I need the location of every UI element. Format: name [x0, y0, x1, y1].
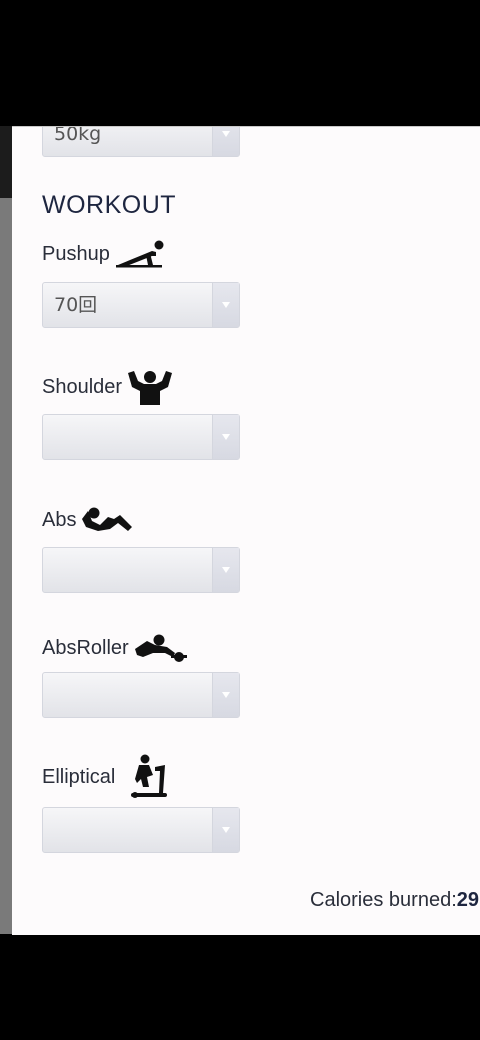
- pushup-label-row: Pushup: [42, 239, 166, 269]
- elliptical-select-arrow: [212, 808, 239, 852]
- shoulder-select[interactable]: [42, 414, 240, 460]
- weight-select[interactable]: 50kg: [42, 126, 240, 157]
- abs-roller-label: AbsRoller: [42, 636, 129, 659]
- abs-roller-select[interactable]: [42, 672, 240, 718]
- chevron-down-icon: [222, 131, 230, 137]
- calories-burned: Calories burned:29: [310, 889, 479, 912]
- shoulder-select-arrow: [212, 415, 239, 459]
- pushup-icon: [115, 240, 164, 268]
- calories-label: Calories burned:: [310, 889, 457, 911]
- section-title: WORKOUT: [42, 191, 177, 219]
- chevron-down-icon: [222, 827, 230, 833]
- weight-select-arrow: [212, 127, 239, 156]
- shoulder-label-row: Shoulder: [42, 369, 174, 405]
- abs-label: Abs: [42, 508, 77, 531]
- shoulder-icon: [128, 371, 173, 405]
- side-edge-shadow: [0, 198, 12, 934]
- chevron-down-icon: [222, 692, 230, 698]
- chevron-down-icon: [222, 434, 230, 440]
- abs-roller-select-arrow: [212, 673, 239, 717]
- abs-label-row: Abs: [42, 505, 134, 535]
- pushup-label: Pushup: [42, 242, 110, 265]
- chevron-down-icon: [222, 302, 230, 308]
- abs-roller-icon: [134, 634, 187, 662]
- weight-select-value: 50kg: [54, 126, 102, 145]
- pushup-select-arrow: [212, 283, 239, 327]
- abs-roller-label-row: AbsRoller: [42, 633, 187, 663]
- elliptical-label-row: Elliptical: [42, 753, 173, 801]
- elliptical-label: Elliptical: [42, 765, 116, 788]
- abs-select[interactable]: [42, 547, 240, 593]
- calories-value: 29: [456, 889, 479, 911]
- abs-select-arrow: [212, 548, 239, 592]
- pushup-select-value: 70回: [54, 294, 98, 316]
- workout-panel: 50kg WORKOUT Pushup 70回 Shoulder Abs Abs…: [12, 126, 480, 935]
- elliptical-select[interactable]: [42, 807, 240, 853]
- shoulder-label: Shoulder: [42, 375, 123, 398]
- side-edge: [0, 126, 12, 198]
- pushup-select[interactable]: 70回: [42, 282, 240, 328]
- abs-icon: [82, 507, 133, 531]
- chevron-down-icon: [222, 567, 230, 573]
- elliptical-icon: [131, 754, 168, 798]
